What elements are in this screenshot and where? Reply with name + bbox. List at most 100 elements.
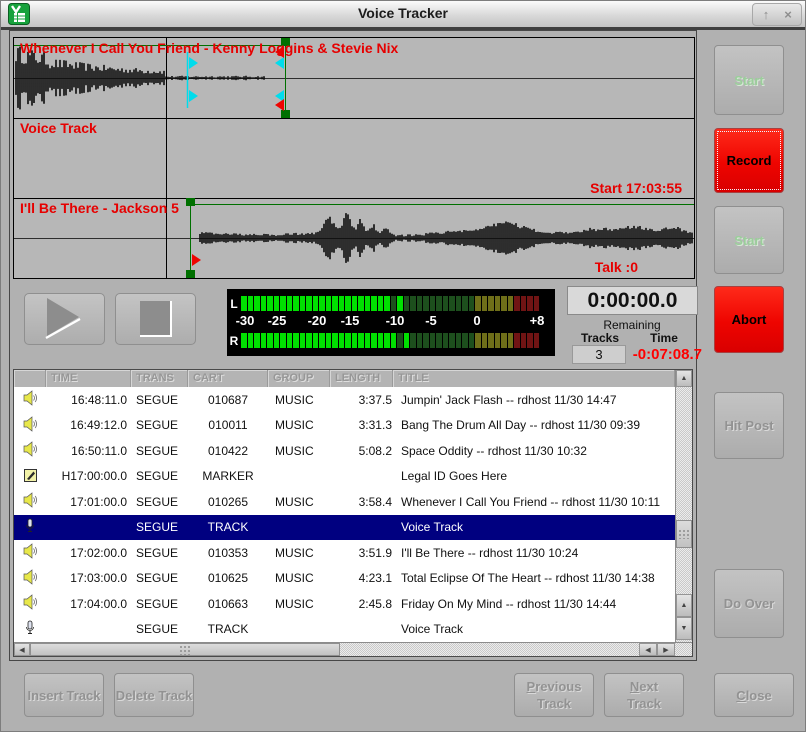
meter-segment xyxy=(287,296,293,311)
thumb-grip xyxy=(678,529,690,539)
log-row[interactable]: SEGUETRACKVoice Track xyxy=(14,515,675,541)
cell-time: 16:49:12.0 xyxy=(46,418,131,432)
cell-title: Voice Track xyxy=(393,520,675,534)
meter-segment xyxy=(365,333,371,348)
speaker-icon xyxy=(14,543,46,562)
meter-scale-label: -30 xyxy=(236,313,255,328)
titlebar[interactable]: Voice Tracker ↑ × xyxy=(1,1,805,30)
scroll-up-button[interactable]: ▲ xyxy=(676,370,692,387)
cell-cart: 010265 xyxy=(188,495,268,509)
log-row[interactable]: 16:48:11.0SEGUE010687MUSIC3:37.5Jumpin' … xyxy=(14,387,675,413)
log-row[interactable]: H17:00:00.0SEGUEMARKERLegal ID Goes Here xyxy=(14,464,675,490)
track1-fade-handle[interactable] xyxy=(275,99,284,111)
insert-track-button: Insert Track xyxy=(24,673,104,717)
meter-segment xyxy=(436,296,442,311)
meter-segment xyxy=(488,333,494,348)
meter-segment xyxy=(358,296,364,311)
horizontal-scroll-thumb[interactable] xyxy=(30,643,340,656)
meter-left-label: L xyxy=(227,297,241,311)
shade-window-button[interactable]: ↑ xyxy=(755,5,777,24)
scroll-up-button-2[interactable]: ▲ xyxy=(676,594,692,617)
meter-segment xyxy=(319,296,325,311)
hit-post-button: Hit Post xyxy=(714,392,784,459)
meter-segment xyxy=(274,296,280,311)
waveform-canvas[interactable] xyxy=(14,38,694,278)
meter-segment xyxy=(404,296,410,311)
meter-segment xyxy=(358,333,364,348)
log-row[interactable]: 16:50:11.0SEGUE010422MUSIC5:08.2Space Od… xyxy=(14,438,675,464)
cell-title: Friday On My Mind -- rdhost 11/30 14:44 xyxy=(393,597,675,611)
track-editor[interactable]: Whenever I Call You Friend - Kenny Loggi… xyxy=(13,37,695,279)
meter-segment xyxy=(527,333,533,348)
meter-segment xyxy=(339,296,345,311)
meter-segment xyxy=(384,333,390,348)
meter-segment xyxy=(462,333,468,348)
speaker-icon xyxy=(14,569,46,588)
meter-segment xyxy=(267,333,273,348)
voice-tracker-window: Voice Tracker ↑ × xyxy=(0,0,806,732)
track3-fade-handle[interactable] xyxy=(192,254,201,266)
track3-marker-handle[interactable] xyxy=(186,270,195,278)
stop-button[interactable] xyxy=(115,293,196,345)
track3-title: I'll Be There - Jackson 5 xyxy=(20,200,179,216)
meter-segment xyxy=(462,296,468,311)
vertical-scrollbar[interactable]: ▲ ▲ ▼ xyxy=(675,370,692,642)
column-header-icon[interactable] xyxy=(14,370,46,387)
meter-segment xyxy=(495,296,501,311)
log-row[interactable]: 17:02:00.0SEGUE010353MUSIC3:51.9I'll Be … xyxy=(14,540,675,566)
meter-segment xyxy=(410,296,416,311)
track3-talk-counter: Talk :0 xyxy=(595,259,638,275)
segue-start-handle[interactable] xyxy=(189,57,198,69)
column-header-LENGTH[interactable]: LENGTH xyxy=(330,370,393,387)
segue-end-handle[interactable] xyxy=(275,57,284,69)
meter-scale-label: -15 xyxy=(341,313,360,328)
meter-segment xyxy=(527,296,533,311)
cell-group: MUSIC xyxy=(268,444,330,458)
track1-marker-handle[interactable] xyxy=(281,110,290,118)
log-row[interactable]: 16:49:12.0SEGUE010011MUSIC3:31.3Bang The… xyxy=(14,413,675,439)
column-header-GROUP[interactable]: GROUP xyxy=(268,370,330,387)
meter-scale-label: -5 xyxy=(425,313,437,328)
log-row[interactable]: 17:03:00.0SEGUE010625MUSIC4:23.1Total Ec… xyxy=(14,566,675,592)
cell-trans: SEGUE xyxy=(131,418,188,432)
column-header-TIME[interactable]: TIME xyxy=(46,370,131,387)
play-icon xyxy=(43,296,87,342)
log-row[interactable]: 17:01:00.0SEGUE010265MUSIC3:58.4Whenever… xyxy=(14,489,675,515)
meter-segment xyxy=(384,296,390,311)
record-button[interactable]: Record xyxy=(714,128,784,193)
log-row[interactable]: 17:04:00.0SEGUE010663MUSIC2:45.8Friday O… xyxy=(14,591,675,617)
abort-button[interactable]: Abort xyxy=(714,286,784,353)
play-button[interactable] xyxy=(24,293,105,345)
previous-track-button: Previous Track xyxy=(514,673,594,717)
meter-segment xyxy=(436,333,442,348)
scroll-left-button[interactable]: ◀ xyxy=(14,643,30,656)
track3-waveform xyxy=(200,213,692,263)
track3-marker-handle[interactable] xyxy=(186,198,195,206)
remaining-time-value: -0:07:08.7 xyxy=(626,345,702,364)
meter-segment xyxy=(521,333,527,348)
next-track-button: Next Track xyxy=(604,673,684,717)
meter-segment xyxy=(391,333,397,348)
scroll-down-button[interactable]: ▼ xyxy=(676,617,692,640)
segue-start-handle[interactable] xyxy=(189,90,198,102)
log-row[interactable]: SEGUETRACKVoice Track xyxy=(14,617,675,643)
column-header-TITLE[interactable]: TITLE xyxy=(393,370,675,387)
meter-segment xyxy=(248,296,254,311)
meter-segment xyxy=(449,296,455,311)
cell-trans: SEGUE xyxy=(131,520,188,534)
column-header-TRANS[interactable]: TRANS xyxy=(131,370,188,387)
track2-title: Voice Track xyxy=(20,120,97,136)
scroll-right-button[interactable]: ▶ xyxy=(657,643,675,656)
vertical-scroll-thumb[interactable] xyxy=(676,520,692,548)
meter-segment xyxy=(293,296,299,311)
meter-segment xyxy=(495,333,501,348)
cell-time: 16:48:11.0 xyxy=(46,393,131,407)
main-panel: Whenever I Call You Friend - Kenny Loggi… xyxy=(9,30,697,661)
meter-segment xyxy=(430,333,436,348)
meter-segment xyxy=(319,333,325,348)
cell-title: Total Eclipse Of The Heart -- rdhost 11/… xyxy=(393,571,675,585)
column-header-CART[interactable]: CART xyxy=(188,370,268,387)
scroll-left-button-2[interactable]: ◀ xyxy=(639,643,657,656)
horizontal-scrollbar[interactable]: ◀ ◀ ▶ xyxy=(14,642,692,656)
close-window-button[interactable]: × xyxy=(777,5,799,24)
